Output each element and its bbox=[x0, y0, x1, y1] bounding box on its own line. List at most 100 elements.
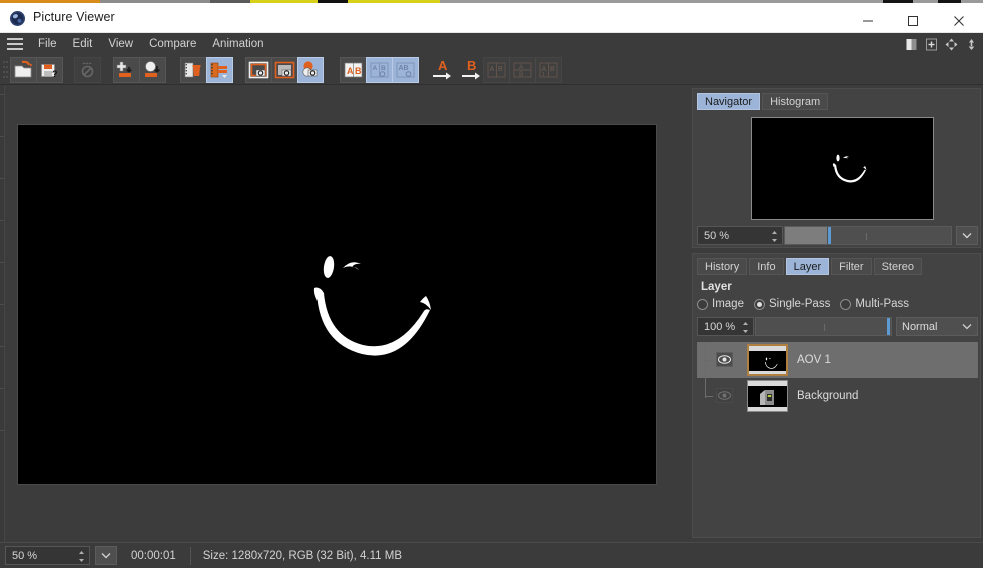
statusbar: 50 % 00:00:01 Size: 1280x720, RGB (32 Bi… bbox=[0, 542, 983, 568]
tab-stereo[interactable]: Stereo bbox=[873, 258, 922, 275]
layer-list: AOV 1 Background bbox=[697, 342, 978, 414]
menubar: File Edit View Compare Animation bbox=[0, 33, 983, 55]
svg-text:A: A bbox=[373, 65, 378, 72]
radio-multi-pass-dot bbox=[840, 298, 852, 310]
compare-mode-3-button[interactable]: A B 1 bbox=[535, 57, 562, 83]
clear-all-frames-button[interactable] bbox=[206, 57, 233, 83]
statusbar-divider bbox=[189, 546, 191, 565]
svg-text:AB: AB bbox=[399, 65, 409, 72]
navigator-zoom-row: 50 % bbox=[697, 226, 978, 245]
radio-multi-pass[interactable]: Multi-Pass bbox=[840, 298, 909, 310]
set-ab-button[interactable]: A B bbox=[340, 57, 367, 83]
statusbar-zoom-spinner[interactable] bbox=[78, 550, 85, 563]
radio-image-dot bbox=[697, 298, 708, 310]
layer-visibility-toggle-background[interactable] bbox=[716, 388, 733, 403]
right-dock: Navigator Histogram 50 % History Info La… bbox=[690, 86, 983, 542]
svg-text:B: B bbox=[550, 66, 555, 73]
save-image-button[interactable]: ? bbox=[36, 57, 63, 83]
radio-single-pass-dot bbox=[753, 298, 765, 310]
open-image-button[interactable] bbox=[10, 57, 37, 83]
dock-icon[interactable] bbox=[964, 37, 979, 52]
minimize-button[interactable] bbox=[845, 6, 890, 35]
layer-opacity-spinner[interactable] bbox=[742, 321, 749, 334]
svg-text:A: A bbox=[438, 58, 448, 73]
layer-opacity-slider[interactable] bbox=[755, 317, 892, 336]
compare-mode-2-button[interactable]: A B bbox=[509, 57, 536, 83]
layer-row-background[interactable]: Background bbox=[697, 378, 978, 414]
layer-blend-mode-select[interactable]: Normal bbox=[896, 317, 978, 336]
layer-thumbnail-aov-1[interactable] bbox=[747, 344, 788, 376]
titlebar[interactable]: Picture Viewer bbox=[0, 3, 983, 33]
layer-name-aov-1: AOV 1 bbox=[797, 354, 831, 366]
tab-histogram[interactable]: Histogram bbox=[762, 93, 829, 110]
menu-items: File Edit View Compare Animation bbox=[30, 33, 272, 55]
layer-thumb-image-aov-1 bbox=[749, 351, 786, 371]
menu-item-file[interactable]: File bbox=[30, 35, 65, 53]
menu-item-view[interactable]: View bbox=[100, 35, 141, 53]
svg-text:1: 1 bbox=[542, 72, 545, 78]
ab-side-by-side-button[interactable]: A B bbox=[366, 57, 393, 83]
render-settings-button[interactable] bbox=[74, 57, 101, 83]
navigator-tabstrip: Navigator Histogram bbox=[697, 93, 830, 110]
radio-multi-pass-label: Multi-Pass bbox=[855, 298, 910, 310]
svg-text:B: B bbox=[467, 58, 476, 73]
image-canvas[interactable] bbox=[17, 124, 657, 485]
menu-item-compare[interactable]: Compare bbox=[141, 35, 204, 53]
navigator-zoom-spinner[interactable] bbox=[771, 230, 778, 243]
layer-opacity-value: 100 % bbox=[704, 320, 736, 333]
layer-panel: History Info Layer Filter Stereo Layer I… bbox=[692, 253, 981, 538]
statusbar-zoom-dropdown[interactable] bbox=[95, 546, 117, 565]
layer-opacity-row: 100 % Normal bbox=[697, 317, 978, 336]
layer-opacity-field[interactable]: 100 % bbox=[697, 317, 754, 336]
tab-history[interactable]: History bbox=[697, 258, 748, 275]
view-image-b-button[interactable] bbox=[271, 57, 298, 83]
image-viewer-area[interactable] bbox=[0, 86, 688, 542]
menu-item-animation[interactable]: Animation bbox=[204, 35, 271, 53]
radio-image[interactable]: Image bbox=[697, 298, 744, 310]
contrast-icon[interactable] bbox=[904, 37, 919, 52]
statusbar-timecode: 00:00:01 bbox=[131, 549, 176, 562]
radio-image-label: Image bbox=[712, 298, 744, 310]
picture-viewer-window: Picture Viewer File Edit View Compare An… bbox=[0, 0, 983, 568]
tab-navigator[interactable]: Navigator bbox=[697, 93, 761, 110]
compare-mode-1-button[interactable]: A B bbox=[483, 57, 510, 83]
layer-thumbnail-background[interactable] bbox=[747, 380, 788, 412]
statusbar-zoom-field[interactable]: 50 % bbox=[5, 546, 90, 565]
set-a-button[interactable]: A bbox=[428, 57, 458, 83]
radio-single-pass[interactable]: Single-Pass bbox=[753, 298, 830, 310]
eye-off-icon bbox=[718, 391, 731, 400]
vertical-ruler bbox=[0, 86, 5, 542]
add-panel-icon[interactable] bbox=[924, 37, 939, 52]
layer-thumb-image-background bbox=[748, 386, 787, 407]
svg-text:B: B bbox=[498, 66, 503, 73]
menu-item-edit[interactable]: Edit bbox=[65, 35, 101, 53]
compare-ab-button[interactable] bbox=[297, 57, 324, 83]
navigator-zoom-slider[interactable] bbox=[784, 226, 952, 245]
navigator-preview-image bbox=[752, 118, 933, 219]
svg-text:?: ? bbox=[52, 69, 58, 79]
svg-text:B: B bbox=[519, 71, 523, 78]
maximize-button[interactable] bbox=[890, 6, 935, 35]
tab-layer[interactable]: Layer bbox=[785, 258, 830, 275]
navigator-zoom-dropdown[interactable] bbox=[956, 226, 978, 245]
render-view-button[interactable] bbox=[139, 57, 166, 83]
chevron-down-icon bbox=[101, 553, 111, 559]
ab-overlay-button[interactable]: AB bbox=[392, 57, 419, 83]
toolbar-grip[interactable] bbox=[2, 59, 8, 81]
svg-text:B: B bbox=[381, 65, 386, 72]
close-button[interactable] bbox=[936, 6, 981, 35]
view-image-a-button[interactable] bbox=[245, 57, 272, 83]
move-icon[interactable] bbox=[944, 37, 959, 52]
layer-row-aov-1[interactable]: AOV 1 bbox=[697, 342, 978, 378]
tab-info[interactable]: Info bbox=[749, 258, 784, 275]
tab-filter[interactable]: Filter bbox=[831, 258, 872, 275]
hamburger-icon[interactable] bbox=[7, 38, 23, 50]
statusbar-image-info: Size: 1280x720, RGB (32 Bit), 4.11 MB bbox=[202, 549, 402, 562]
render-region-button[interactable] bbox=[113, 57, 140, 83]
clear-frame-button[interactable] bbox=[180, 57, 207, 83]
navigator-zoom-field[interactable]: 50 % bbox=[697, 226, 783, 245]
svg-text:A: A bbox=[519, 64, 524, 71]
navigator-thumbnail[interactable] bbox=[751, 117, 934, 220]
layer-visibility-toggle-aov-1[interactable] bbox=[716, 352, 733, 367]
menubar-right-icons bbox=[904, 36, 979, 53]
